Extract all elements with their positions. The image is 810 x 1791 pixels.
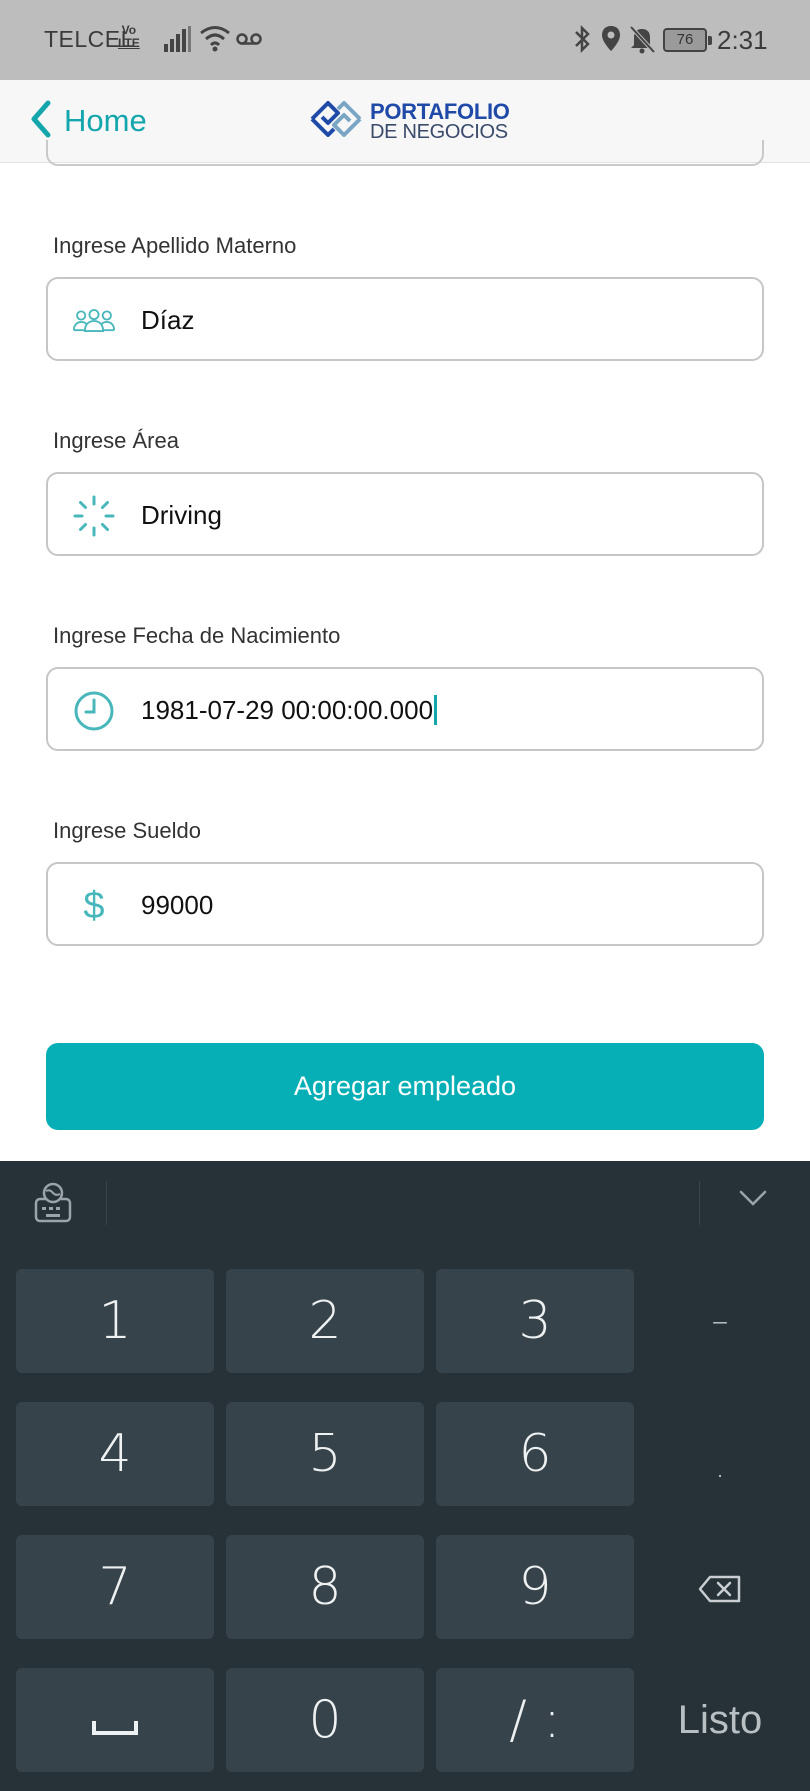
field-label-sueldo: Ingrese Sueldo (53, 818, 201, 843)
key-8[interactable]: 8 (226, 1535, 424, 1639)
text-cursor (434, 695, 438, 725)
area-input[interactable]: Driving (46, 472, 764, 556)
sueldo-input[interactable]: $ 99000 (46, 862, 764, 946)
location-icon (600, 24, 622, 59)
apellido-materno-value: Díaz (141, 305, 195, 335)
key-slash-colon[interactable]: / : (436, 1668, 634, 1772)
space-key[interactable] (16, 1668, 214, 1772)
fecha-nacimiento-value: 1981-07-29 00:00:00.000 (141, 695, 438, 726)
key-4[interactable]: 4 (16, 1402, 214, 1506)
status-bar: TELCEL Vo LTE 76 2:31 (0, 0, 810, 80)
voicemail-icon (236, 32, 262, 51)
key-5[interactable]: 5 (226, 1402, 424, 1506)
key-period[interactable]: . (621, 1402, 810, 1506)
numeric-keyboard: 1 2 3 – 4 5 6 . 7 8 9 0 / : Listo (0, 1161, 810, 1791)
battery-level: 76 (663, 28, 712, 52)
keyboard-toolbar (0, 1161, 810, 1251)
key-2[interactable]: 2 (226, 1269, 424, 1373)
volte-bottom: LTE (118, 36, 140, 50)
key-3[interactable]: 3 (436, 1269, 634, 1373)
logo-mark-icon (308, 98, 364, 145)
toolbar-divider (106, 1181, 107, 1225)
chevron-down-icon[interactable] (738, 1189, 768, 1212)
sueldo-value: 99000 (141, 890, 214, 920)
bluetooth-icon (572, 24, 592, 59)
backspace-icon (698, 1557, 742, 1617)
previous-field-edge (46, 140, 764, 166)
signal-icon (164, 26, 192, 57)
fecha-nacimiento-text: 1981-07-29 00:00:00.000 (141, 695, 434, 725)
dollar-icon: $ (72, 884, 116, 928)
clock-time: 2:31 (717, 25, 768, 55)
portafolio-logo: PORTAFOLIO DE NEGOCIOS (308, 98, 510, 145)
area-value: Driving (141, 500, 222, 530)
logo-line1: PORTAFOLIO (370, 98, 510, 124)
done-key[interactable]: Listo (621, 1668, 810, 1772)
volte-indicator: Vo LTE (118, 24, 140, 50)
dollar-glyph: $ (83, 884, 105, 927)
key-6[interactable]: 6 (436, 1402, 634, 1506)
keyboard-language-icon[interactable] (34, 1181, 72, 1230)
field-label-apellido-materno: Ingrese Apellido Materno (53, 233, 297, 258)
back-label: Home (64, 103, 147, 138)
chevron-left-icon (30, 100, 52, 143)
key-1[interactable]: 1 (16, 1269, 214, 1373)
field-label-area: Ingrese Área (53, 428, 179, 453)
clock-icon (72, 689, 116, 733)
apellido-materno-input[interactable]: Díaz (46, 277, 764, 361)
agregar-empleado-button[interactable]: Agregar empleado (46, 1043, 764, 1130)
wifi-icon (199, 24, 231, 57)
loading-icon (72, 494, 116, 538)
logo-text: PORTAFOLIO DE NEGOCIOS (370, 98, 510, 143)
fecha-nacimiento-input[interactable]: 1981-07-29 00:00:00.000 (46, 667, 764, 751)
notifications-off-icon (628, 24, 656, 59)
space-bar-icon (91, 1690, 139, 1750)
toolbar-divider (699, 1181, 700, 1225)
backspace-key[interactable] (621, 1535, 810, 1639)
key-0[interactable]: 0 (226, 1668, 424, 1772)
field-label-fecha-nacimiento: Ingrese Fecha de Nacimiento (53, 623, 341, 648)
back-button[interactable]: Home (30, 98, 147, 144)
key-minus[interactable]: – (621, 1269, 810, 1373)
key-7[interactable]: 7 (16, 1535, 214, 1639)
key-9[interactable]: 9 (436, 1535, 634, 1639)
people-icon (72, 299, 116, 343)
